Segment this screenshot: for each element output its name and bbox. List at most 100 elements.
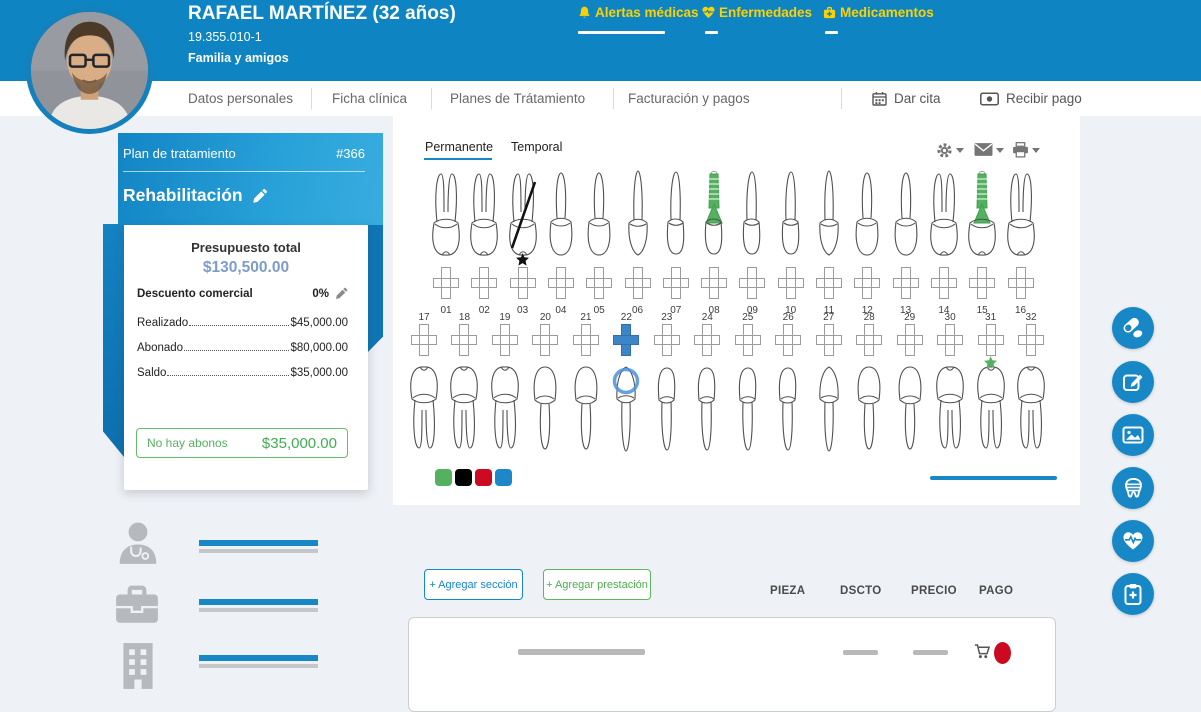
tooth-20[interactable]: 20 [526, 312, 564, 461]
tooth-12[interactable]: 12 [848, 166, 886, 316]
tooth-drawing[interactable] [773, 166, 809, 260]
tooth-04[interactable]: 04 [542, 166, 580, 316]
tooth-10[interactable]: 10 [772, 166, 810, 316]
tooth-19[interactable]: 19 [486, 312, 524, 461]
tooth-cross[interactable] [937, 324, 963, 356]
tooth-30[interactable]: 30 [931, 312, 969, 461]
tab-enfermedades[interactable]: Enfermedades [702, 5, 812, 20]
tab-facturacion-pagos[interactable]: Facturación y pagos [628, 81, 750, 116]
tooth-cross[interactable] [931, 267, 957, 299]
tooth-cross[interactable] [1008, 267, 1034, 299]
tab-planes-tratamiento[interactable]: Planes de Trátamiento [450, 81, 585, 116]
tooth-drawing[interactable] [466, 166, 502, 260]
tab-temporal[interactable]: Temporal [511, 140, 562, 154]
tooth-cross[interactable] [854, 267, 880, 299]
odontogram-scrollbar[interactable] [930, 476, 1057, 480]
tooth-drawing[interactable] [487, 362, 523, 456]
tooth-drawing[interactable] [734, 166, 770, 260]
tooth-cross[interactable] [775, 324, 801, 356]
health-button[interactable] [1112, 520, 1154, 562]
tooth-drawing[interactable] [730, 362, 766, 456]
tooth-drawing[interactable] [608, 362, 644, 456]
tooth-drawing[interactable] [851, 362, 887, 456]
tooth-02[interactable]: 02 [465, 166, 503, 316]
legend-swatch[interactable] [475, 469, 492, 486]
print-menu-button[interactable] [1012, 142, 1040, 158]
medications-button[interactable] [1112, 307, 1154, 349]
tab-datos-personales[interactable]: Datos personales [188, 81, 293, 116]
tooth-09[interactable]: 09 [733, 166, 771, 316]
tooth-cross[interactable] [816, 324, 842, 356]
tooth-17[interactable]: 17 [405, 312, 443, 461]
edit-pencil-icon[interactable] [335, 287, 348, 300]
tooth-13[interactable]: 13 [887, 166, 925, 316]
patient-avatar[interactable] [26, 7, 153, 134]
tooth-26[interactable]: 26 [769, 312, 807, 461]
tooth-cross[interactable] [969, 267, 995, 299]
tooth-14[interactable]: 14 [925, 166, 963, 316]
tooth-drawing[interactable] [696, 166, 732, 260]
tooth-drawing[interactable] [1003, 166, 1039, 260]
tooth-cross[interactable] [625, 267, 651, 299]
tooth-cross[interactable] [471, 267, 497, 299]
tooth-cross[interactable] [778, 267, 804, 299]
tooth-drawing[interactable] [649, 362, 685, 456]
tooth-cross[interactable] [701, 267, 727, 299]
tooth-27[interactable]: 27 [810, 312, 848, 461]
tooth-25[interactable]: 25 [729, 312, 767, 461]
tooth-drawing[interactable] [932, 362, 968, 456]
tooth-32[interactable]: 32 [1012, 312, 1050, 461]
tooth-drawing[interactable] [581, 166, 617, 260]
tooth-drawing[interactable] [568, 362, 604, 456]
mail-menu-button[interactable] [974, 142, 1004, 157]
tooth-06[interactable]: 06 [619, 166, 657, 316]
tab-ficha-clinica[interactable]: Ficha clínica [332, 81, 407, 116]
tooth-drawing[interactable] [505, 166, 541, 260]
tooth-cross[interactable] [548, 267, 574, 299]
tooth-drawing[interactable] [620, 166, 656, 260]
tooth-03[interactable]: 03 [504, 166, 542, 316]
tooth-cross[interactable] [613, 324, 639, 356]
tooth-15[interactable]: 15 [963, 166, 1001, 316]
tooth-drawing[interactable] [926, 166, 962, 260]
tooth-31[interactable]: 31 [972, 312, 1010, 461]
tooth-drawing[interactable] [658, 166, 694, 260]
tooth-cross[interactable] [451, 324, 477, 356]
tooth-cross[interactable] [654, 324, 680, 356]
tooth-07[interactable]: 07 [657, 166, 695, 316]
tooth-cross[interactable] [433, 267, 459, 299]
tooth-cross[interactable] [532, 324, 558, 356]
tooth-cross[interactable] [694, 324, 720, 356]
tooth-24[interactable]: 24 [688, 312, 726, 461]
tooth-22[interactable]: 22 [607, 312, 645, 461]
tooth-cross[interactable] [735, 324, 761, 356]
tooth-drawing[interactable] [849, 166, 885, 260]
legend-swatch[interactable] [435, 469, 452, 486]
tooth-28[interactable]: 28 [850, 312, 888, 461]
tooth-cross[interactable] [893, 267, 919, 299]
tooth-11[interactable]: 11 [810, 166, 848, 316]
tooth-drawing[interactable] [428, 166, 464, 260]
legend-swatch[interactable] [455, 469, 472, 486]
tooth-cross[interactable] [856, 324, 882, 356]
tooth-drawing[interactable] [527, 362, 563, 456]
tooth-01[interactable]: 01 [427, 166, 465, 316]
tooth-cross[interactable] [492, 324, 518, 356]
tab-permanente[interactable]: Permanente [425, 140, 493, 154]
tooth-drawing[interactable] [892, 362, 928, 456]
tooth-cross[interactable] [411, 324, 437, 356]
tooth-drawing[interactable] [406, 362, 442, 456]
tooth-cross[interactable] [739, 267, 765, 299]
tooth-drawing[interactable] [1013, 362, 1049, 456]
tooth-drawing[interactable] [973, 362, 1009, 456]
tooth-05[interactable]: 05 [580, 166, 618, 316]
tooth-cross[interactable] [510, 267, 536, 299]
status-dot-red[interactable] [994, 642, 1011, 664]
tooth-cross[interactable] [663, 267, 689, 299]
tooth-drawing[interactable] [811, 362, 847, 456]
tooth-cross[interactable] [1018, 324, 1044, 356]
service-row-card[interactable] [408, 617, 1056, 712]
tooth-drawing[interactable] [543, 166, 579, 260]
tooth-drawing[interactable] [770, 362, 806, 456]
tooth-21[interactable]: 21 [567, 312, 605, 461]
